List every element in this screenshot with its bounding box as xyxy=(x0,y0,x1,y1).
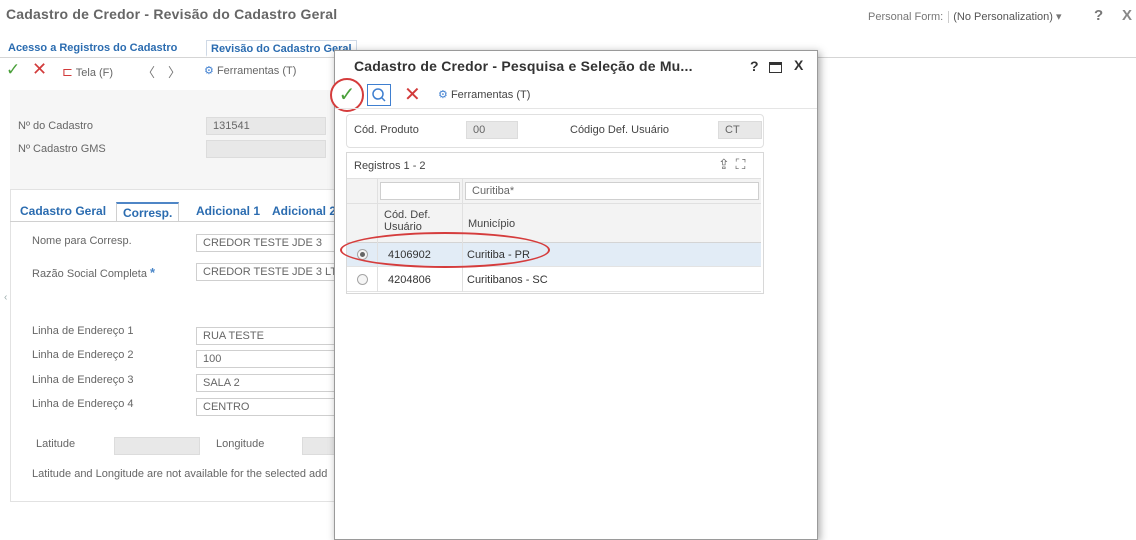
gear-icon: ⚙ xyxy=(438,89,448,101)
latitude-label: Latitude xyxy=(36,438,76,450)
personal-form-selector[interactable]: Personal Form: (No Personalization) ▾ xyxy=(868,10,1062,23)
gms-field[interactable] xyxy=(206,140,326,158)
razao-social-field[interactable]: CREDOR TESTE JDE 3 LTDA xyxy=(196,263,336,281)
row-cod: 4204806 xyxy=(388,274,431,286)
subtab-cadastro-geral[interactable]: Cadastro Geral xyxy=(20,204,106,218)
razao-social-label: Razão Social Completa * xyxy=(32,265,155,280)
gms-label: Nº Cadastro GMS xyxy=(18,143,106,155)
endereco-3-label: Linha de Endereço 3 xyxy=(32,374,134,386)
personal-form-value[interactable]: (No Personalization) xyxy=(948,11,1053,23)
nro-cadastro-field[interactable]: 131541 xyxy=(206,117,326,135)
chevron-down-icon[interactable]: ▾ xyxy=(1056,11,1062,23)
highlight-annotation xyxy=(340,232,550,268)
row-municipio: Curitibanos - SC xyxy=(467,274,548,286)
latitude-field[interactable] xyxy=(114,437,200,455)
subtab-adicional-2[interactable]: Adicional 2 xyxy=(272,204,336,218)
records-count: Registros 1 - 2 xyxy=(354,160,426,172)
close-icon[interactable]: X xyxy=(1122,7,1132,24)
cancel-button[interactable]: ✕ xyxy=(404,82,421,107)
table-row[interactable]: 4204806 Curitibanos - SC xyxy=(347,268,761,292)
row-radio[interactable] xyxy=(357,274,368,285)
endereco-1-label: Linha de Endereço 1 xyxy=(32,325,134,337)
endereco-4-label: Linha de Endereço 4 xyxy=(32,398,134,410)
subtab-corresp[interactable]: Corresp. xyxy=(116,202,180,222)
razao-social-text: Razão Social Completa xyxy=(32,268,147,280)
endereco-4-field[interactable]: CENTRO xyxy=(196,398,336,416)
col-header-cod[interactable]: Cód. Def. Usuário xyxy=(384,209,454,233)
export-icon[interactable]: ⇪ xyxy=(718,156,730,172)
previous-icon[interactable]: 〈 xyxy=(142,62,155,81)
col-header-municipio[interactable]: Município xyxy=(468,218,515,230)
required-star-icon: * xyxy=(150,265,156,280)
dialog-close-icon[interactable]: X xyxy=(794,57,803,73)
dialog-tools-menu[interactable]: ⚙ Ferramentas (T) xyxy=(438,88,530,101)
cancel-x-icon[interactable]: ✕ xyxy=(32,59,47,80)
tools-label: Ferramentas (T) xyxy=(216,65,297,77)
cod-produto-label: Cód. Produto xyxy=(354,124,419,136)
find-button[interactable] xyxy=(367,84,391,106)
endereco-3-field[interactable]: SALA 2 xyxy=(196,374,336,392)
qbe-cod-input[interactable] xyxy=(380,182,460,200)
gear-icon: ⚙ xyxy=(204,65,214,77)
endereco-2-label: Linha de Endereço 2 xyxy=(32,349,134,361)
endereco-2-field[interactable]: 100 xyxy=(196,350,336,368)
nro-cadastro-label: Nº do Cadastro xyxy=(18,120,93,132)
search-icon xyxy=(372,88,386,102)
nome-corresp-field[interactable]: CREDOR TESTE JDE 3 xyxy=(196,234,336,252)
expand-grid-icon[interactable]: ⛶ xyxy=(736,156,746,172)
collapse-left-icon[interactable]: ‹ xyxy=(4,292,7,303)
dialog-help-icon[interactable]: ? xyxy=(750,58,759,74)
tab-acesso-registros[interactable]: Acesso a Registros do Cadastro xyxy=(4,40,181,57)
cod-produto-field[interactable]: 00 xyxy=(466,121,518,139)
subtab-divider xyxy=(10,221,340,222)
tela-icon: ⊏ xyxy=(62,64,73,79)
next-icon[interactable]: 〉 xyxy=(168,62,181,81)
tela-label: Tela (F) xyxy=(75,67,114,79)
help-icon[interactable]: ? xyxy=(1094,7,1103,24)
select-button[interactable]: ✓ xyxy=(330,78,364,112)
tools-menu[interactable]: ⚙ Ferramentas (T) xyxy=(204,64,296,77)
column-divider xyxy=(377,178,378,292)
longitude-label: Longitude xyxy=(216,438,265,450)
dialog-title: Cadastro de Credor - Pesquisa e Seleção … xyxy=(354,58,693,74)
nome-corresp-label: Nome para Corresp. xyxy=(32,235,132,247)
endereco-1-field[interactable]: RUA TESTE xyxy=(196,327,336,345)
codigo-def-field[interactable]: CT xyxy=(718,121,762,139)
ok-check-icon[interactable]: ✓ xyxy=(6,60,20,80)
tela-menu[interactable]: ⊏ Tela (F) xyxy=(62,64,113,80)
dialog-tools-label: Ferramentas (T) xyxy=(450,89,531,101)
maximize-icon[interactable] xyxy=(769,62,782,73)
dialog-toolbar-divider xyxy=(335,108,817,109)
longitude-field[interactable] xyxy=(302,437,338,455)
qbe-municipio-input[interactable]: Curitiba* xyxy=(465,182,759,200)
personal-form-label: Personal Form: xyxy=(868,11,944,23)
subtab-adicional-1[interactable]: Adicional 1 xyxy=(196,204,260,218)
latlon-note: Latitude and Longitude are not available… xyxy=(32,468,328,480)
app-title: Cadastro de Credor - Revisão do Cadastro… xyxy=(6,6,338,22)
codigo-def-label: Código Def. Usuário xyxy=(570,124,670,136)
